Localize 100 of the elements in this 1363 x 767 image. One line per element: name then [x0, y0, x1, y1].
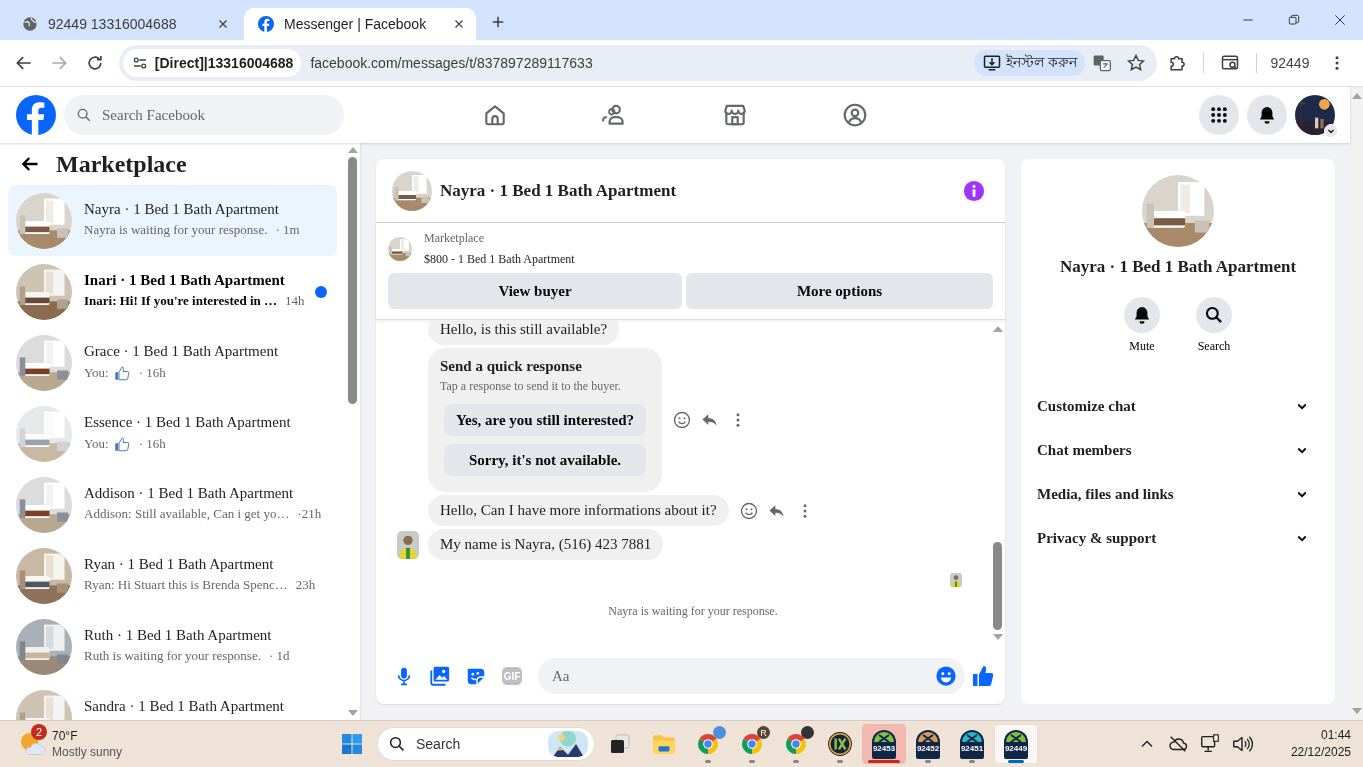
message-time: · 1d — [268, 647, 290, 664]
profile-label[interactable]: 92449 — [1262, 55, 1318, 71]
weather-widget[interactable]: 2 70°F Mostly sunny — [0, 722, 330, 766]
start-icon[interactable] — [340, 732, 364, 756]
message-preview: Nayra is waiting for your response. — [84, 221, 268, 238]
close-icon[interactable] — [1332, 12, 1348, 28]
address-bar[interactable]: [Direct]|13316004688 facebook.com/messages/t/837897289117633 ইনস্টল করুন — [118, 45, 1158, 81]
thumbs-up-icon[interactable] — [971, 664, 995, 688]
tab-search-icon[interactable] — [1219, 53, 1240, 73]
react-icon[interactable] — [738, 500, 759, 521]
contact-name: Nayra · 1 Bed 1 Bath Apartment — [1058, 257, 1298, 277]
taskbar-search-field[interactable]: Search — [377, 727, 595, 761]
menu-button[interactable] — [1199, 95, 1239, 135]
app-icon — [827, 731, 853, 757]
search-icon — [388, 735, 406, 753]
url-text: facebook.com/messages/t/837897289117633 — [310, 55, 593, 71]
translate-icon[interactable] — [1092, 53, 1113, 73]
status-text: Nayra is waiting for your response. — [607, 604, 779, 619]
message-input[interactable]: Aa — [550, 666, 935, 686]
search-input[interactable]: Search — [414, 735, 534, 753]
quick-reply-button[interactable]: Sorry, it's not available. — [444, 444, 646, 476]
restore-icon[interactable] — [1286, 12, 1302, 28]
reload-icon[interactable] — [85, 53, 105, 73]
taskbar-app[interactable]: 92451 — [950, 724, 994, 764]
taskbar-app[interactable]: 92452 — [906, 724, 950, 764]
quick-response-hint: Tap a response to send it to the buyer. — [440, 379, 622, 394]
photo-icon[interactable] — [429, 665, 451, 687]
conversation-item[interactable]: Addison · 1 Bed 1 Bath Apartment Addison: Still available, Can i get yo… ·21h — [8, 469, 337, 540]
bell-icon — [1257, 105, 1277, 125]
install-icon — [981, 53, 1002, 73]
taskbar-app[interactable]: 92453 — [862, 724, 906, 764]
details-section[interactable]: Privacy & support — [1037, 516, 1319, 560]
site-info-chip[interactable]: [Direct]|13316004688 — [122, 49, 302, 77]
quick-reply-button[interactable]: Yes, are you still interested? — [444, 404, 646, 436]
message-time: · 1m — [275, 221, 300, 238]
listing-label: Marketplace — [424, 231, 485, 246]
sidebar-title: Marketplace — [56, 150, 187, 178]
details-section[interactable]: Chat members — [1037, 428, 1319, 472]
bell-icon — [1132, 305, 1152, 325]
groups-icon[interactable] — [842, 102, 868, 128]
message-bubble: Hello, is this still available? — [428, 320, 620, 345]
action-button[interactable]: View buyer — [388, 273, 682, 309]
conversation-item[interactable]: Nayra · 1 Bed 1 Bath Apartment Nayra is waiting for your response. · 1m — [8, 185, 337, 256]
conversation-name: Ruth · 1 Bed 1 Bath Apartment — [84, 626, 273, 644]
conversation-name: Grace · 1 Bed 1 Bath Apartment — [84, 342, 280, 360]
message-preview: You: — [84, 364, 109, 381]
thumbs-up-icon — [112, 434, 131, 453]
message-bubble: Hello, Can I have more informations about it? — [428, 495, 729, 526]
message-preview: Ruth is waiting for your response. — [84, 647, 261, 664]
task-view-icon — [608, 732, 632, 756]
scrollbar[interactable] — [1350, 87, 1363, 720]
chrome-icon — [740, 732, 764, 756]
message-preview: Addison: Still available, Can i get yo… — [84, 505, 290, 522]
temperature-text: 70°F — [52, 728, 79, 744]
message-time: 23h — [295, 576, 316, 593]
search-field[interactable]: Search Facebook — [64, 95, 344, 135]
app-icon — [871, 729, 897, 759]
app-icon — [959, 729, 985, 759]
store-icon[interactable] — [722, 102, 748, 128]
browser-tab[interactable]: Messenger | Facebook — [244, 8, 476, 40]
conversation-item[interactable]: Grace · 1 Bed 1 Bath Apartment You: · 16h — [8, 327, 337, 398]
home-icon[interactable] — [482, 102, 508, 128]
browser-tab[interactable]: 92449 13316004688 — [8, 8, 240, 40]
message-time: ·21h — [297, 505, 322, 522]
taskbar-app[interactable]: 92449 — [994, 724, 1038, 764]
facebook-logo-icon[interactable] — [16, 95, 56, 135]
extensions-icon[interactable] — [1167, 53, 1188, 73]
chat-title: Nayra · 1 Bed 1 Bath Apartment — [440, 180, 678, 201]
conversation-item[interactable]: Ruth · 1 Bed 1 Bath Apartment Ruth is waiting for your response. · 1d — [8, 611, 337, 682]
conversation-name: Ryan · 1 Bed 1 Bath Apartment — [84, 555, 275, 573]
volume-icon[interactable] — [1230, 733, 1253, 755]
conversation-item[interactable]: Ryan · 1 Bed 1 Bath Apartment Ryan: Hi Stuart this is Brenda Spenc… 23h — [8, 540, 337, 611]
globe-icon — [22, 16, 38, 32]
listing-title[interactable]: $800 - 1 Bed 1 Bath Apartment — [424, 252, 575, 267]
details-section[interactable]: Media, files and links — [1037, 472, 1319, 516]
chrome-icon — [784, 732, 808, 756]
emoji-icon[interactable] — [935, 665, 957, 687]
app-icon — [915, 729, 941, 759]
react-icon[interactable] — [672, 410, 692, 430]
notifications-button[interactable] — [1247, 95, 1287, 135]
conversation-item[interactable]: Inari · 1 Bed 1 Bath Apartment Inari: Hi! If you're interested in … 14h — [8, 256, 337, 327]
details-section[interactable]: Customize chat — [1037, 384, 1319, 428]
grid-icon — [1209, 105, 1229, 125]
message-field[interactable]: Aa — [538, 658, 965, 694]
app-icon — [1003, 729, 1029, 759]
clock[interactable]: 01:44 22/12/2025 — [1290, 727, 1351, 761]
network-icon[interactable] — [1198, 733, 1221, 755]
message-preview: You: — [84, 435, 109, 452]
action-button[interactable]: More options — [686, 273, 993, 309]
message-time: · 16h — [138, 364, 166, 381]
search-input[interactable]: Search Facebook — [100, 105, 300, 125]
taskbar-app[interactable]: R — [730, 724, 774, 764]
message-preview: Inari: Hi! If you're interested in … — [84, 292, 278, 309]
info-icon[interactable] — [963, 179, 985, 202]
install-chip[interactable]: ইনস্টল করুন — [973, 50, 1086, 76]
account-badge[interactable] — [1324, 124, 1338, 138]
conversation-item[interactable]: Essence · 1 Bed 1 Bath Apartment You: · 16h — [8, 398, 337, 469]
star-icon[interactable] — [1126, 53, 1147, 73]
conversation-name: Sandra · 1 Bed 1 Bath Apartment — [84, 697, 285, 715]
message-time: 14h — [285, 292, 305, 309]
